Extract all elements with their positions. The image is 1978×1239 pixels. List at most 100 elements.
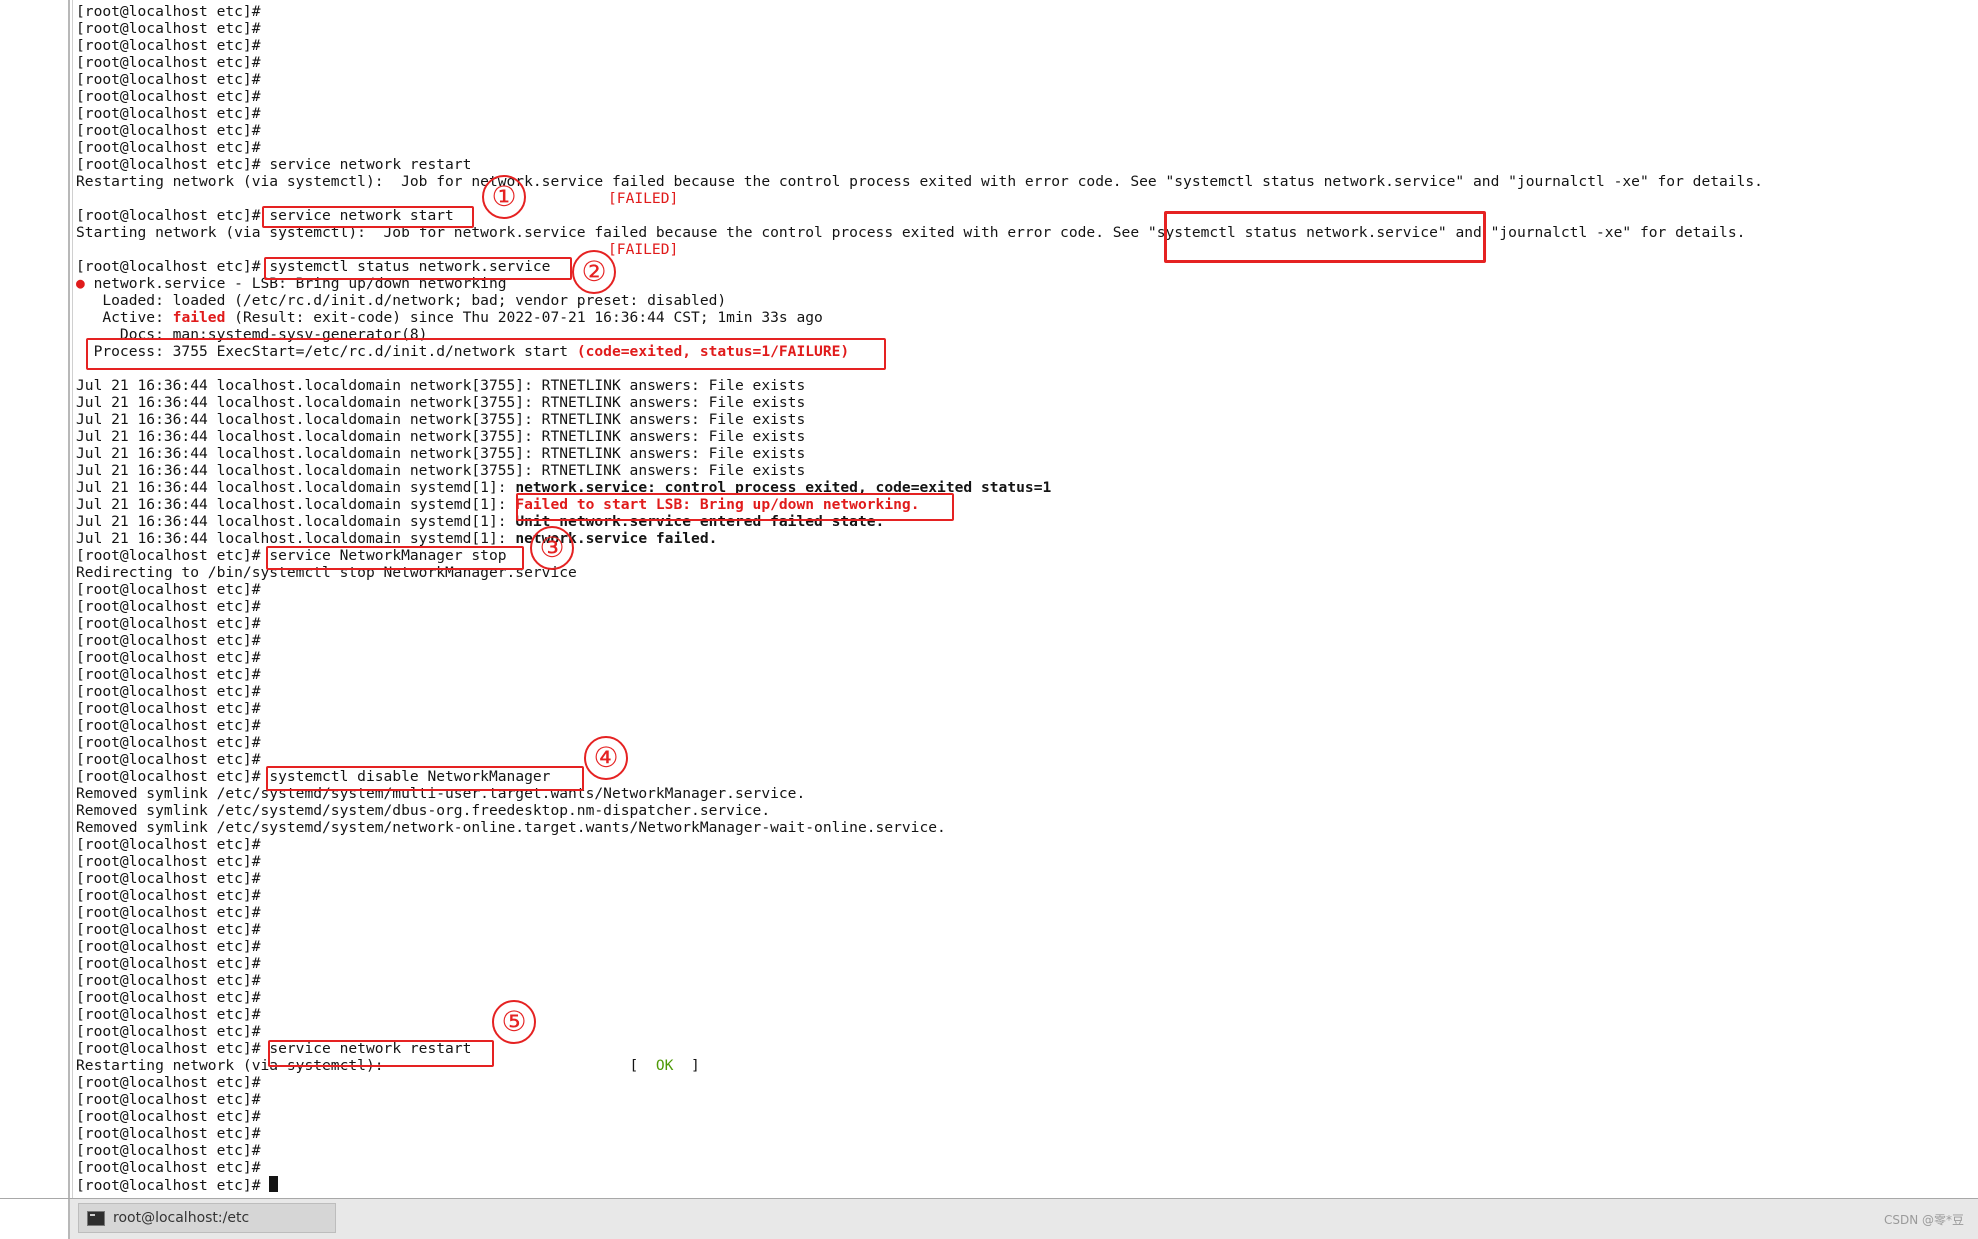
terminal-line: [root@localhost etc]# [76, 989, 261, 1006]
prompt: [root@localhost etc]# [76, 972, 261, 989]
prompt: [root@localhost etc]# [76, 989, 261, 1006]
terminal-output[interactable]: [root@localhost etc]# [root@localhost et… [76, 0, 1966, 1198]
terminal-line: [root@localhost etc]# [76, 853, 261, 870]
terminal-line: [root@localhost etc]# [76, 921, 261, 938]
highlight-box-process-line [86, 338, 886, 370]
prompt: [root@localhost etc]# [76, 1023, 261, 1040]
prompt: [root@localhost etc]# [76, 1006, 261, 1023]
highlight-box-failed-start [516, 493, 954, 521]
terminal-line: [root@localhost etc]# [76, 683, 261, 700]
terminal-line: [root@localhost etc]# [76, 666, 261, 683]
status-dot-icon: ● [76, 275, 85, 292]
prompt: [root@localhost etc]# [76, 955, 261, 972]
terminal-line: Removed symlink /etc/systemd/system/dbus… [76, 802, 770, 819]
terminal-line: [root@localhost etc]# [76, 3, 261, 20]
prompt: [root@localhost etc]# [76, 768, 261, 785]
terminal-line: [root@localhost etc]# service network re… [76, 156, 471, 173]
prompt: [root@localhost etc]# [76, 54, 261, 71]
terminal-line: [root@localhost etc]# [76, 870, 261, 887]
prompt: [root@localhost etc]# [76, 1142, 261, 1159]
taskbar-window-button[interactable]: root@localhost:/etc [78, 1203, 336, 1233]
log-line: Jul 21 16:36:44 localhost.localdomain ne… [76, 377, 806, 394]
text-cursor [269, 1176, 279, 1192]
terminal-line: Jul 21 16:36:44 localhost.localdomain ne… [76, 377, 805, 394]
prompt: [root@localhost etc]# [76, 105, 261, 122]
output-text: Starting network (via systemctl): Job fo… [76, 224, 1148, 241]
prompt: [root@localhost etc]# [76, 649, 261, 666]
terminal-line: [root@localhost etc]# [76, 904, 261, 921]
terminal-line: Loaded: loaded (/etc/rc.d/init.d/network… [76, 292, 726, 309]
prompt: [root@localhost etc]# [76, 1091, 261, 1108]
prompt: [root@localhost etc]# [76, 921, 261, 938]
output-text: Removed symlink /etc/systemd/system/dbus… [76, 802, 771, 819]
step-number-1: ① [482, 175, 526, 219]
terminal-line: [root@localhost etc]# [76, 20, 261, 37]
terminal-input-line[interactable]: [root@localhost etc]# [76, 1176, 279, 1194]
watermark: CSDN @零*豆 [1883, 1213, 1964, 1227]
log-prefix: Jul 21 16:36:44 localhost.localdomain sy… [76, 513, 516, 530]
terminal-line: Restarting network (via systemctl): Job … [76, 173, 1763, 190]
highlight-box-nm-disable [266, 766, 584, 791]
prompt: [root@localhost etc]# [76, 547, 261, 564]
prompt: [root@localhost etc]# [76, 122, 261, 139]
highlight-box-nm-stop [266, 546, 524, 570]
terminal-line: [FAILED] [608, 190, 678, 207]
terminal-line: [root@localhost etc]# [76, 139, 261, 156]
prompt: [root@localhost etc]# [76, 615, 261, 632]
taskbar-window-label: root@localhost:/etc [113, 1210, 250, 1226]
prompt: [root@localhost etc]# [76, 632, 261, 649]
terminal-line: [root@localhost etc]# [76, 1108, 261, 1125]
terminal-line: [root@localhost etc]# [76, 734, 261, 751]
prompt: [root@localhost etc]# [76, 139, 261, 156]
terminal-line: [root@localhost etc]# [76, 1159, 261, 1176]
prompt: [root@localhost etc]# [76, 1125, 261, 1142]
terminal-line: [root@localhost etc]# [76, 751, 261, 768]
terminal-line: [root@localhost etc]# [76, 972, 261, 989]
output-text: Restarting network (via systemctl): Job … [76, 173, 1763, 190]
terminal-line: [root@localhost etc]# [76, 54, 261, 71]
command-text: service network restart [269, 156, 472, 173]
prompt: [root@localhost etc]# [76, 904, 261, 921]
terminal-line: [root@localhost etc]# [76, 71, 261, 88]
panel-divider-inner [72, 0, 73, 1200]
ok-status: OK [655, 1057, 674, 1074]
terminal-line: Jul 21 16:36:44 localhost.localdomain ne… [76, 445, 805, 462]
prompt: [root@localhost etc]# [76, 207, 261, 224]
terminal-line: [root@localhost etc]# [76, 37, 261, 54]
prompt: [root@localhost etc]# [76, 683, 261, 700]
output-text: Removed symlink /etc/systemd/system/netw… [76, 819, 946, 836]
terminal-line: Jul 21 16:36:44 localhost.localdomain sy… [76, 530, 717, 547]
terminal-line: [root@localhost etc]# [76, 88, 261, 105]
step-number-2: ② [572, 250, 616, 294]
prompt: [root@localhost etc]# [76, 938, 261, 955]
terminal-line: [root@localhost etc]# [76, 105, 261, 122]
prompt: [root@localhost etc]# [76, 156, 261, 173]
terminal-line: [root@localhost etc]# [76, 122, 261, 139]
terminal-line: [root@localhost etc]# [76, 632, 261, 649]
prompt: [root@localhost etc]# [76, 751, 261, 768]
highlight-box-network-start [262, 206, 474, 228]
failed-status: [FAILED] [608, 190, 679, 207]
prompt: [root@localhost etc]# [76, 666, 261, 683]
prompt: [root@localhost etc]# [76, 836, 261, 853]
terminal-line: [root@localhost etc]# [76, 1006, 261, 1023]
terminal-line: [root@localhost etc]# [76, 1074, 261, 1091]
output-text: Active: [76, 309, 173, 326]
log-line: Jul 21 16:36:44 localhost.localdomain ne… [76, 445, 806, 462]
prompt: [root@localhost etc]# [76, 581, 261, 598]
panel-divider [68, 0, 70, 1238]
step-number-4: ④ [584, 736, 628, 780]
highlight-box-final-restart [268, 1040, 494, 1067]
highlight-box-systemctl-status-hint [1164, 211, 1486, 263]
step-number-5: ⑤ [492, 1000, 536, 1044]
taskbar: root@localhost:/etc CSDN @零*豆 [0, 1198, 1978, 1239]
terminal-line: [root@localhost etc]# [76, 700, 261, 717]
terminal-line: [root@localhost etc]# [76, 836, 261, 853]
prompt: [root@localhost etc]# [76, 258, 261, 275]
terminal-line: [root@localhost etc]# [76, 887, 261, 904]
prompt: [root@localhost etc]# [76, 3, 261, 20]
prompt: [root@localhost etc]# [76, 88, 261, 105]
terminal-line: [root@localhost etc]# [76, 1125, 261, 1142]
taskbar-left-panel [0, 1199, 70, 1239]
output-text: Loaded: loaded (/etc/rc.d/init.d/network… [76, 292, 727, 309]
